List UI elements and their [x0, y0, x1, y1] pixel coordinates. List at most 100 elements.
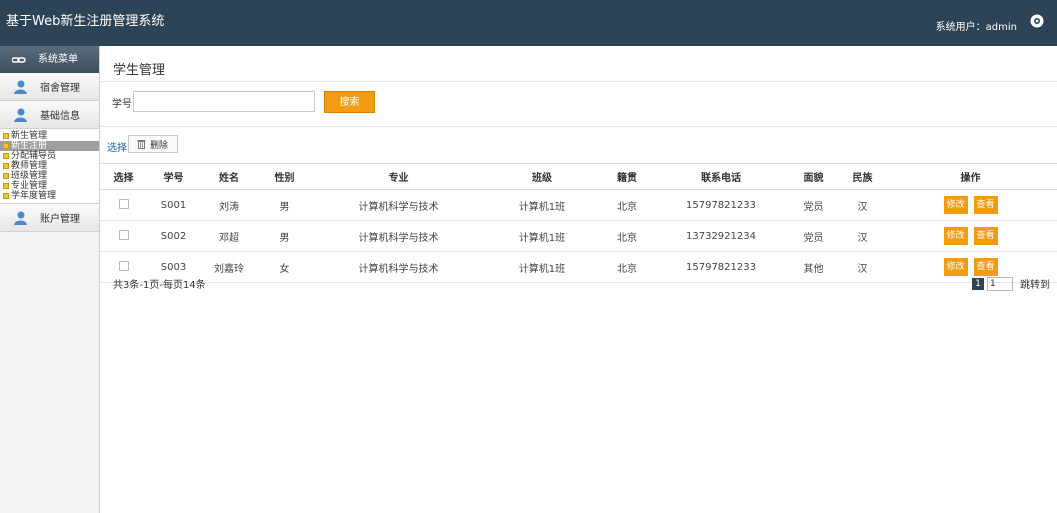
cell-student-id: S002	[147, 220, 200, 252]
sidebar-menu-title: 系统菜单	[38, 54, 78, 65]
column-header: 姓名	[200, 163, 258, 190]
current-page-badge[interactable]: 1	[972, 277, 984, 290]
search-button[interactable]: 搜索	[324, 91, 375, 113]
link-icon	[12, 56, 26, 63]
view-button[interactable]: 查看	[973, 227, 998, 245]
edit-button[interactable]: 修改	[943, 227, 968, 245]
cell-politics: 其他	[786, 251, 841, 283]
pagination: 1 1 跳转到	[972, 276, 1050, 291]
trash-icon	[137, 140, 146, 149]
bullet-icon	[3, 133, 9, 139]
sidebar-group-basic-info[interactable]: 基础信息	[0, 101, 99, 129]
bullet-icon	[3, 153, 9, 159]
divider	[100, 126, 1057, 127]
sidebar-item-label: 班级管理	[11, 171, 48, 181]
cell-student-id: S001	[147, 189, 200, 221]
bullet-icon	[3, 193, 9, 199]
sidebar-group-account[interactable]: 账户管理	[0, 204, 99, 232]
row-checkbox[interactable]	[118, 198, 129, 209]
sidebar-item-label: 分配辅导员	[11, 151, 57, 161]
column-header: 性别	[258, 163, 311, 190]
sidebar-item-freshman-manage[interactable]: 新生管理	[0, 131, 99, 141]
cell-class: 计算机1班	[486, 251, 598, 283]
user-icon	[14, 80, 27, 94]
cell-class: 计算机1班	[486, 189, 598, 221]
cell-phone: 15797821233	[656, 251, 786, 283]
cell-major: 计算机科学与技术	[311, 251, 486, 283]
goto-page-button[interactable]: 跳转到	[1020, 276, 1050, 291]
top-bar: 基于Web新生注册管理系统 系统用户：admin	[0, 0, 1057, 46]
sidebar-group-label: 宿舍管理	[40, 83, 80, 94]
cell-class: 计算机1班	[486, 220, 598, 252]
cell-gender: 女	[258, 251, 311, 283]
sidebar-item-teacher-manage[interactable]: 教师管理	[0, 161, 99, 171]
main-content: 学生管理 学号 搜索 选择 删除 选择 学号 姓名 性别 专业 班级 籍贯 联系…	[100, 46, 1057, 513]
page-number-input[interactable]: 1	[987, 276, 1013, 291]
user-icon	[14, 211, 27, 225]
select-all-link[interactable]: 选择	[107, 139, 127, 154]
bullet-icon	[3, 143, 9, 149]
student-table: 选择 学号 姓名 性别 专业 班级 籍贯 联系电话 面貌 民族 操作 S001 …	[100, 163, 1057, 283]
search-label: 学号	[112, 99, 132, 110]
view-button[interactable]: 查看	[973, 258, 998, 276]
user-icon	[14, 108, 27, 122]
column-header: 班级	[486, 163, 598, 190]
column-header: 民族	[841, 163, 884, 190]
delete-button-label: 删除	[150, 140, 169, 151]
view-button[interactable]: 查看	[973, 196, 998, 214]
bullet-icon	[3, 183, 9, 189]
delete-button[interactable]: 删除	[128, 135, 178, 153]
cell-gender: 男	[258, 189, 311, 221]
table-row: S003 刘嘉玲 女 计算机科学与技术 计算机1班 北京 15797821233…	[100, 251, 1057, 283]
gear-icon[interactable]	[1029, 13, 1045, 29]
app-title: 基于Web新生注册管理系统	[6, 14, 165, 29]
cell-ethnicity: 汉	[841, 251, 884, 283]
user-info: 系统用户：admin	[935, 22, 1017, 33]
cell-politics: 党员	[786, 220, 841, 252]
column-header: 操作	[884, 163, 1057, 190]
cell-name: 邓超	[200, 220, 258, 252]
sidebar-submenu: 新生管理 新生注册 分配辅导员 教师管理 班级管理 专业管理 学年度管理	[0, 129, 99, 204]
cell-phone: 13732921234	[656, 220, 786, 252]
sidebar: 系统菜单 宿舍管理 基础信息 新生管理 新生注册 分配辅导员 教师管理 班级管理…	[0, 46, 100, 513]
divider	[100, 81, 1057, 82]
sidebar-item-assign-counselor[interactable]: 分配辅导员	[0, 151, 99, 161]
column-header: 专业	[311, 163, 486, 190]
bullet-icon	[3, 163, 9, 169]
column-header: 选择	[100, 163, 147, 190]
sidebar-item-label: 新生管理	[11, 131, 48, 141]
sidebar-item-class-manage[interactable]: 班级管理	[0, 171, 99, 181]
sidebar-item-label: 新生注册	[11, 141, 48, 151]
cell-ethnicity: 汉	[841, 189, 884, 221]
cell-major: 计算机科学与技术	[311, 220, 486, 252]
row-checkbox[interactable]	[118, 260, 129, 271]
cell-actions: 修改 查看	[884, 189, 1057, 221]
cell-gender: 男	[258, 220, 311, 252]
edit-button[interactable]: 修改	[943, 196, 968, 214]
cell-origin: 北京	[598, 220, 656, 252]
page-title: 学生管理	[113, 63, 166, 78]
sidebar-group-dorm[interactable]: 宿舍管理	[0, 73, 99, 101]
sidebar-group-label: 基础信息	[40, 111, 80, 122]
table-row: S001 刘涛 男 计算机科学与技术 计算机1班 北京 15797821233 …	[100, 189, 1057, 221]
sidebar-item-label: 教师管理	[11, 161, 48, 171]
pagination-summary: 共3条-1页-每页14条	[113, 280, 206, 291]
student-id-search-input[interactable]	[133, 91, 315, 112]
cell-politics: 党员	[786, 189, 841, 221]
sidebar-item-label: 学年度管理	[11, 191, 57, 201]
sidebar-menu-header: 系统菜单	[0, 46, 99, 73]
table-header-row: 选择 学号 姓名 性别 专业 班级 籍贯 联系电话 面貌 民族 操作	[100, 163, 1057, 190]
sidebar-item-year-manage[interactable]: 学年度管理	[0, 191, 99, 201]
cell-phone: 15797821233	[656, 189, 786, 221]
column-header: 学号	[147, 163, 200, 190]
column-header: 联系电话	[656, 163, 786, 190]
cell-major: 计算机科学与技术	[311, 189, 486, 221]
cell-origin: 北京	[598, 189, 656, 221]
column-header: 面貌	[786, 163, 841, 190]
cell-name: 刘涛	[200, 189, 258, 221]
sidebar-item-major-manage[interactable]: 专业管理	[0, 181, 99, 191]
sidebar-item-freshman-register[interactable]: 新生注册	[0, 141, 99, 151]
cell-actions: 修改 查看	[884, 220, 1057, 252]
edit-button[interactable]: 修改	[943, 258, 968, 276]
row-checkbox[interactable]	[118, 229, 129, 240]
